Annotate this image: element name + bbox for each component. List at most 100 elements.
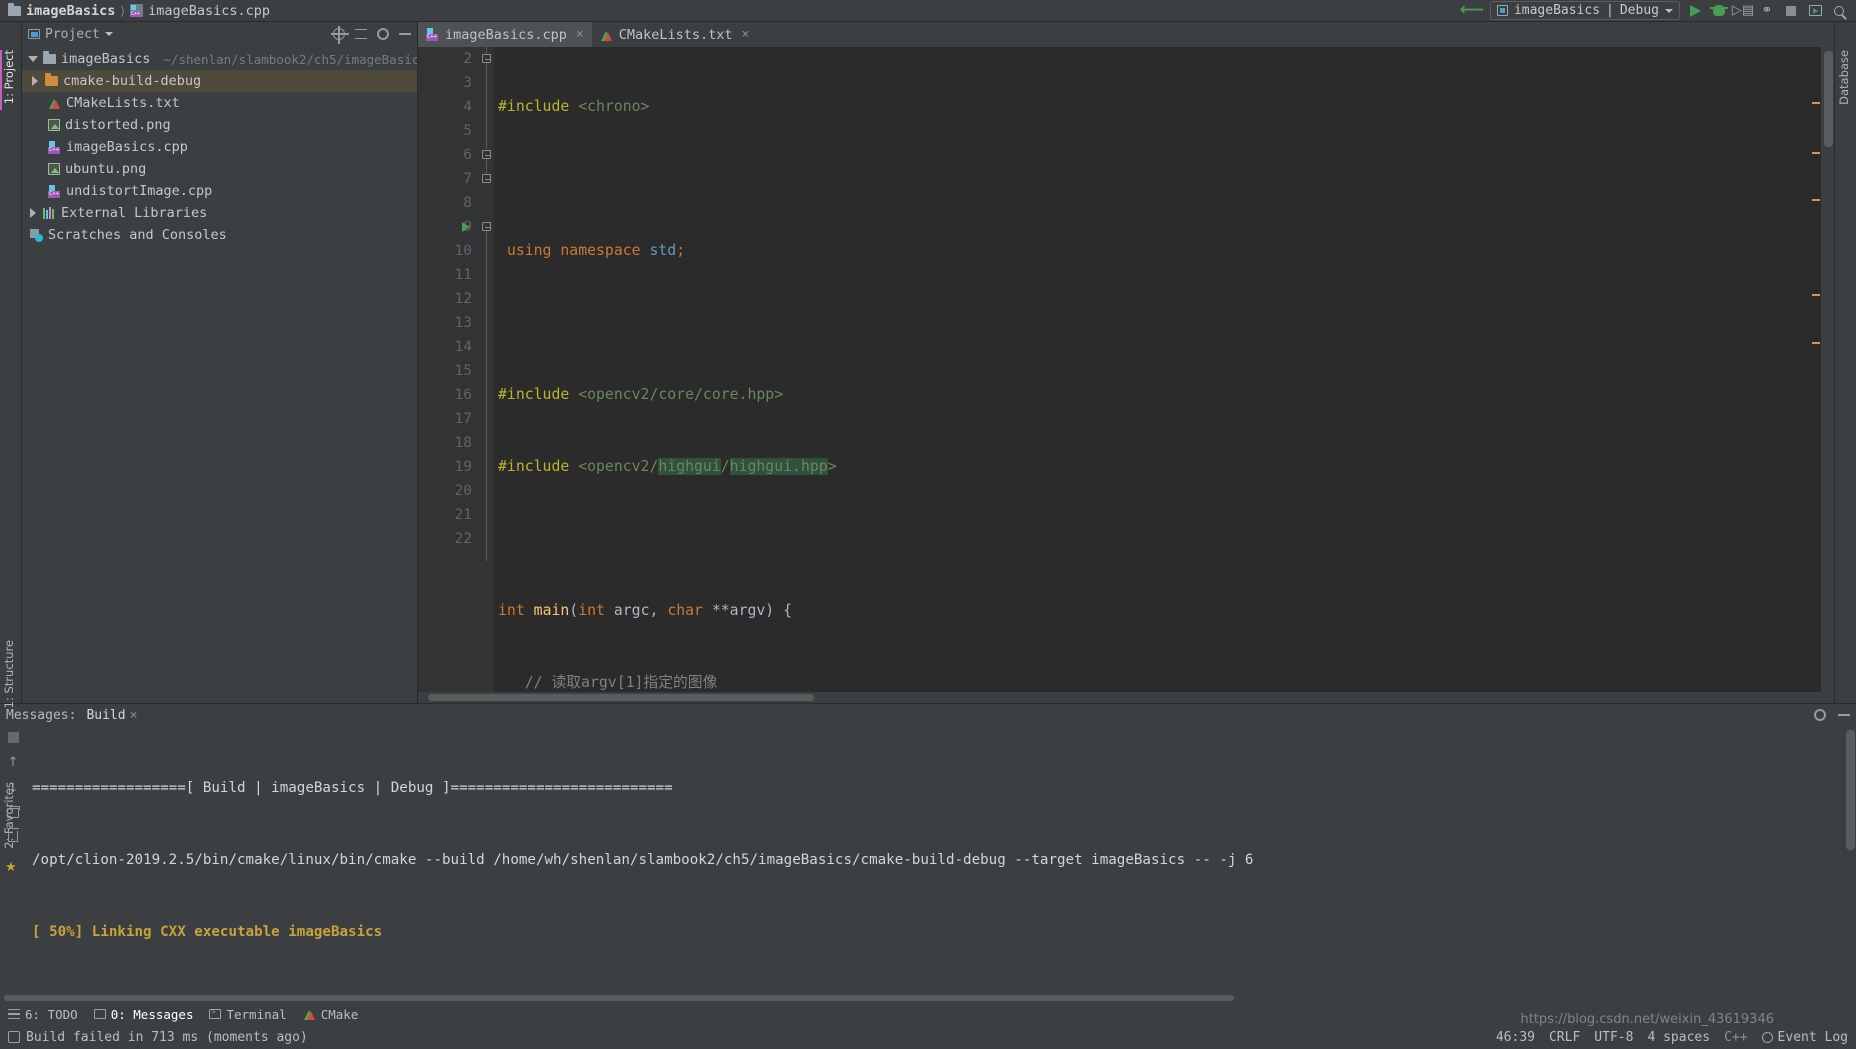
console-line: /opt/clion-2019.2.5/bin/cmake/linux/bin/… — [32, 852, 1254, 868]
tree-row-distorted-png[interactable]: distorted.png — [22, 114, 417, 136]
chevron-down-icon[interactable] — [104, 32, 113, 36]
scrollbar-thumb[interactable] — [4, 995, 1234, 1001]
toolwindow-messages[interactable]: 0: Messages — [93, 1007, 193, 1022]
locate-file-icon[interactable] — [331, 26, 349, 44]
tree-row-imagebasics-cpp[interactable]: imageBasics.cpp — [22, 136, 417, 158]
run-gutter-icon[interactable] — [462, 222, 470, 232]
console-vertical-scrollbar[interactable] — [1843, 726, 1856, 993]
line-number: 10 — [454, 243, 472, 259]
line-number: 4 — [463, 99, 472, 115]
libraries-icon — [43, 207, 56, 219]
gear-icon[interactable] — [377, 28, 389, 40]
run-configuration-selector[interactable]: imageBasics | Debug — [1489, 1, 1680, 20]
arrow-up-icon[interactable]: ↑ — [8, 756, 19, 769]
editor-vertical-scrollbar[interactable] — [1821, 47, 1834, 692]
toolwindow-cmake[interactable]: CMake — [303, 1007, 358, 1022]
indent-setting[interactable]: 4 spaces — [1647, 1030, 1710, 1045]
print-icon[interactable] — [7, 806, 20, 818]
hide-panel-icon[interactable] — [1838, 714, 1850, 716]
line-number: 20 — [454, 483, 472, 499]
chevron-down-icon — [1665, 8, 1673, 13]
toolbar-actions: ⟵ imageBasics | Debug ▷▤ ⚭ — [1460, 1, 1856, 20]
code-line: int main(int argc, char **argv) { — [498, 602, 793, 619]
collapse-all-icon[interactable] — [355, 28, 367, 40]
line-number: 13 — [454, 315, 472, 331]
breadcrumb-file[interactable]: imageBasics.cpp — [148, 3, 270, 19]
build-tab-label[interactable]: Build — [86, 708, 125, 723]
build-panel-body: ↑ ↓ ==================[ Build | imageBas… — [0, 726, 1856, 993]
event-log-icon — [1761, 1031, 1773, 1043]
scratches-icon — [30, 228, 43, 242]
stop-icon[interactable] — [7, 732, 19, 743]
run-button[interactable] — [1686, 2, 1704, 20]
profiler-icon[interactable]: ⚭ — [1758, 2, 1776, 20]
tree-row-imagebasics[interactable]: imageBasics ~/shenlan/slambook2/ch5/imag… — [22, 48, 417, 70]
project-tree: imageBasics ~/shenlan/slambook2/ch5/imag… — [22, 46, 417, 703]
toolwindow-todo[interactable]: 6: TODO — [8, 1007, 78, 1022]
fold-marker-icon[interactable] — [482, 150, 491, 159]
breadcrumb: imageBasics ⟩ imageBasics.cpp — [8, 2, 270, 19]
todo-icon — [8, 1009, 20, 1019]
fold-gutter[interactable] — [480, 47, 494, 692]
trash-icon[interactable] — [7, 828, 19, 842]
sidebar-item-structure-tab[interactable]: 1: Structure — [2, 640, 16, 708]
line-number: 11 — [454, 267, 472, 283]
tab-imagebasics-cpp[interactable]: imageBasics.cpp × — [418, 22, 592, 47]
tree-row-scratches-and-consoles[interactable]: Scratches and Consoles — [22, 224, 417, 246]
chevron-down-icon[interactable] — [28, 54, 38, 64]
tab-cmakelists-txt[interactable]: CMakeLists.txt × — [592, 22, 758, 47]
hide-panel-icon[interactable] — [399, 33, 411, 35]
editor-horizontal-scrollbar[interactable] — [418, 692, 1834, 703]
screen-icon[interactable] — [1806, 2, 1824, 20]
code-line: #include <opencv2/core/core.hpp> — [498, 386, 784, 403]
caret-position[interactable]: 46:39 — [1496, 1030, 1535, 1045]
tree-item-label: ubuntu.png — [65, 161, 147, 177]
scrollbar-thumb[interactable] — [428, 694, 814, 701]
tree-item-label: cmake-build-debug — [63, 73, 202, 89]
scrollbar-thumb[interactable] — [1846, 730, 1855, 850]
messages-label: Messages: — [6, 707, 77, 723]
right-tool-rail: Database — [1834, 22, 1856, 703]
tree-row-external-libraries[interactable]: External Libraries — [22, 202, 417, 224]
console-horizontal-scrollbar[interactable] — [0, 993, 1856, 1003]
run-config-divider: | — [1606, 3, 1614, 18]
run-with-coverage-icon[interactable]: ▷▤ — [1732, 2, 1754, 20]
line-number: 5 — [463, 123, 472, 139]
stop-button[interactable] — [1782, 2, 1800, 20]
toolwindow-terminal[interactable]: Terminal — [209, 1007, 287, 1022]
search-icon[interactable] — [1830, 2, 1848, 20]
gear-icon[interactable] — [1814, 709, 1826, 721]
code-text[interactable]: #include <chrono> using namespace std; #… — [494, 47, 1834, 692]
favorites-star-icon[interactable]: ★ — [5, 860, 17, 875]
scrollbar-thumb[interactable] — [1824, 51, 1833, 147]
breadcrumb-project[interactable]: imageBasics — [26, 3, 115, 19]
project-panel-title-group[interactable]: Project — [28, 27, 113, 42]
code-view[interactable]: 2 3 4 5 6 7 8 9 10 11 12 13 14 15 16 17 … — [418, 47, 1834, 692]
sidebar-item-project-tab[interactable]: 1: Project — [2, 50, 16, 104]
close-icon[interactable]: × — [130, 708, 138, 723]
tree-row-cmake-build-debug[interactable]: cmake-build-debug — [22, 70, 417, 92]
close-icon[interactable]: × — [742, 27, 750, 42]
fold-marker-icon[interactable] — [482, 174, 491, 183]
fold-marker-icon[interactable] — [482, 222, 491, 231]
build-output-console[interactable]: ==================[ Build | imageBasics … — [26, 726, 1856, 993]
event-log-button[interactable]: Event Log — [1761, 1030, 1848, 1045]
back-arrow-icon[interactable]: ⟵ — [1460, 2, 1484, 19]
line-separator[interactable]: CRLF — [1549, 1030, 1580, 1045]
chevron-right-icon[interactable] — [30, 76, 40, 86]
line-number: 15 — [454, 363, 472, 379]
tree-row-undistortimage-cpp[interactable]: undistortImage.cpp — [22, 180, 417, 202]
run-config-mode: Debug — [1619, 3, 1659, 18]
tree-row-ubuntu-png[interactable]: ubuntu.png — [22, 158, 417, 180]
debug-button[interactable] — [1710, 2, 1728, 20]
fold-marker-icon[interactable] — [482, 54, 491, 63]
tree-row-cmakelists[interactable]: CMakeLists.txt — [22, 92, 417, 114]
language-indicator[interactable]: C++ — [1724, 1030, 1747, 1045]
chevron-right-icon[interactable] — [28, 208, 38, 218]
tree-item-label: External Libraries — [61, 205, 208, 221]
close-icon[interactable]: × — [576, 27, 584, 42]
file-encoding[interactable]: UTF-8 — [1594, 1030, 1633, 1045]
line-number: 16 — [454, 387, 472, 403]
sidebar-item-database-tab[interactable]: Database — [1837, 50, 1851, 105]
